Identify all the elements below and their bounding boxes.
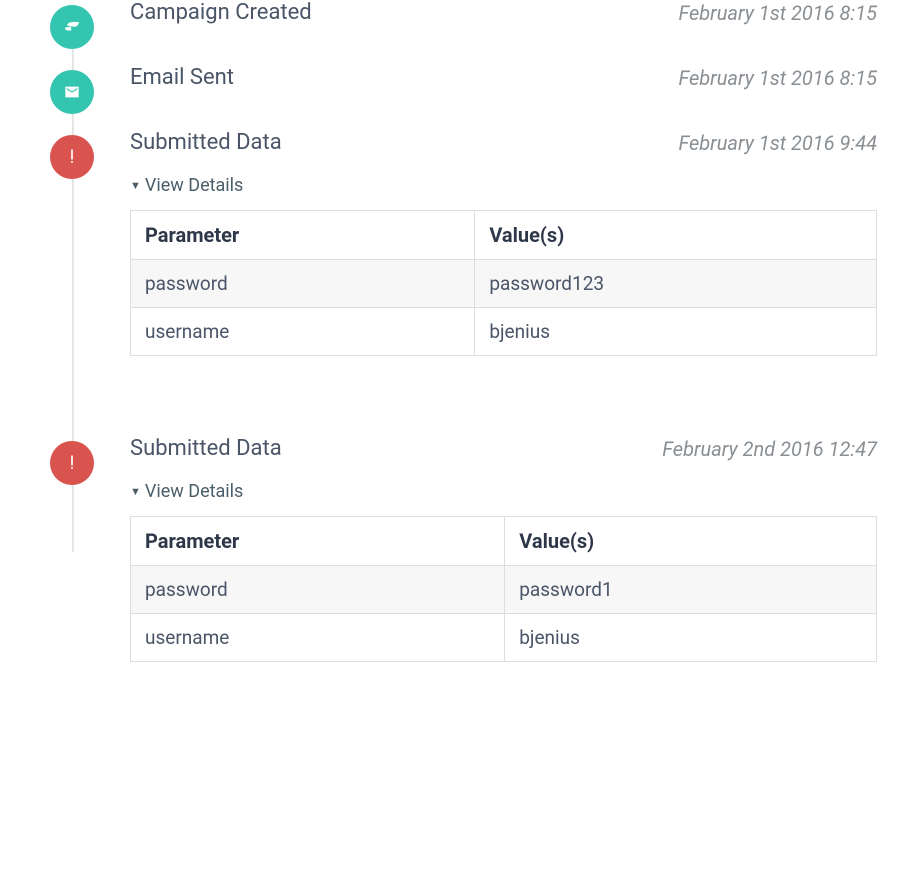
details-table: Parameter Value(s) password password1 us… — [130, 516, 877, 662]
timeline-title: Campaign Created — [130, 0, 312, 25]
table-row: password password1 — [131, 566, 877, 614]
timeline-title: Email Sent — [130, 65, 234, 90]
timeline-header: Email Sent February 1st 2016 8:15 — [130, 65, 877, 90]
timeline-date: February 1st 2016 9:44 — [678, 131, 877, 155]
timeline-item: Email Sent February 1st 2016 8:15 — [50, 65, 877, 130]
table-header-param: Parameter — [131, 517, 505, 566]
view-details-label: View Details — [145, 175, 243, 196]
timeline-date: February 2nd 2016 12:47 — [662, 437, 877, 461]
timeline-item: Submitted Data February 2nd 2016 12:47 ▼… — [50, 436, 877, 702]
timeline-date: February 1st 2016 8:15 — [678, 1, 877, 25]
table-row: username bjenius — [131, 308, 877, 356]
timeline-content: Submitted Data February 1st 2016 9:44 ▼ … — [130, 130, 877, 356]
timeline-title: Submitted Data — [130, 130, 282, 155]
table-cell-value: bjenius — [475, 308, 877, 356]
timeline-content: Campaign Created February 1st 2016 8:15 — [130, 0, 877, 25]
table-row: username bjenius — [131, 614, 877, 662]
table-cell-param: password — [131, 260, 475, 308]
table-cell-param: username — [131, 614, 505, 662]
table-cell-param: username — [131, 308, 475, 356]
table-header-row: Parameter Value(s) — [131, 211, 877, 260]
timeline-title: Submitted Data — [130, 436, 282, 461]
exclaim-icon — [50, 135, 94, 179]
table-cell-value: bjenius — [505, 614, 877, 662]
timeline-content: Email Sent February 1st 2016 8:15 — [130, 65, 877, 90]
timeline-date: February 1st 2016 8:15 — [678, 66, 877, 90]
table-header-value: Value(s) — [505, 517, 877, 566]
table-row: password password123 — [131, 260, 877, 308]
view-details-toggle[interactable]: ▼ View Details — [130, 175, 243, 196]
timeline-item: Submitted Data February 1st 2016 9:44 ▼ … — [50, 130, 877, 436]
table-cell-value: password123 — [475, 260, 877, 308]
table-cell-param: password — [131, 566, 505, 614]
table-header-param: Parameter — [131, 211, 475, 260]
table-header-row: Parameter Value(s) — [131, 517, 877, 566]
caret-down-icon: ▼ — [130, 485, 141, 498]
exclaim-icon — [50, 441, 94, 485]
timeline-header: Submitted Data February 1st 2016 9:44 — [130, 130, 877, 155]
caret-down-icon: ▼ — [130, 179, 141, 192]
timeline-item: Campaign Created February 1st 2016 8:15 — [50, 0, 877, 65]
view-details-label: View Details — [145, 481, 243, 502]
table-header-value: Value(s) — [475, 211, 877, 260]
view-details-toggle[interactable]: ▼ View Details — [130, 481, 243, 502]
timeline-header: Submitted Data February 2nd 2016 12:47 — [130, 436, 877, 461]
timeline: Campaign Created February 1st 2016 8:15 … — [0, 0, 897, 702]
details-table: Parameter Value(s) password password123 … — [130, 210, 877, 356]
table-cell-value: password1 — [505, 566, 877, 614]
rocket-icon — [50, 5, 94, 49]
envelope-icon — [50, 70, 94, 114]
timeline-header: Campaign Created February 1st 2016 8:15 — [130, 0, 877, 25]
timeline-content: Submitted Data February 2nd 2016 12:47 ▼… — [130, 436, 877, 662]
